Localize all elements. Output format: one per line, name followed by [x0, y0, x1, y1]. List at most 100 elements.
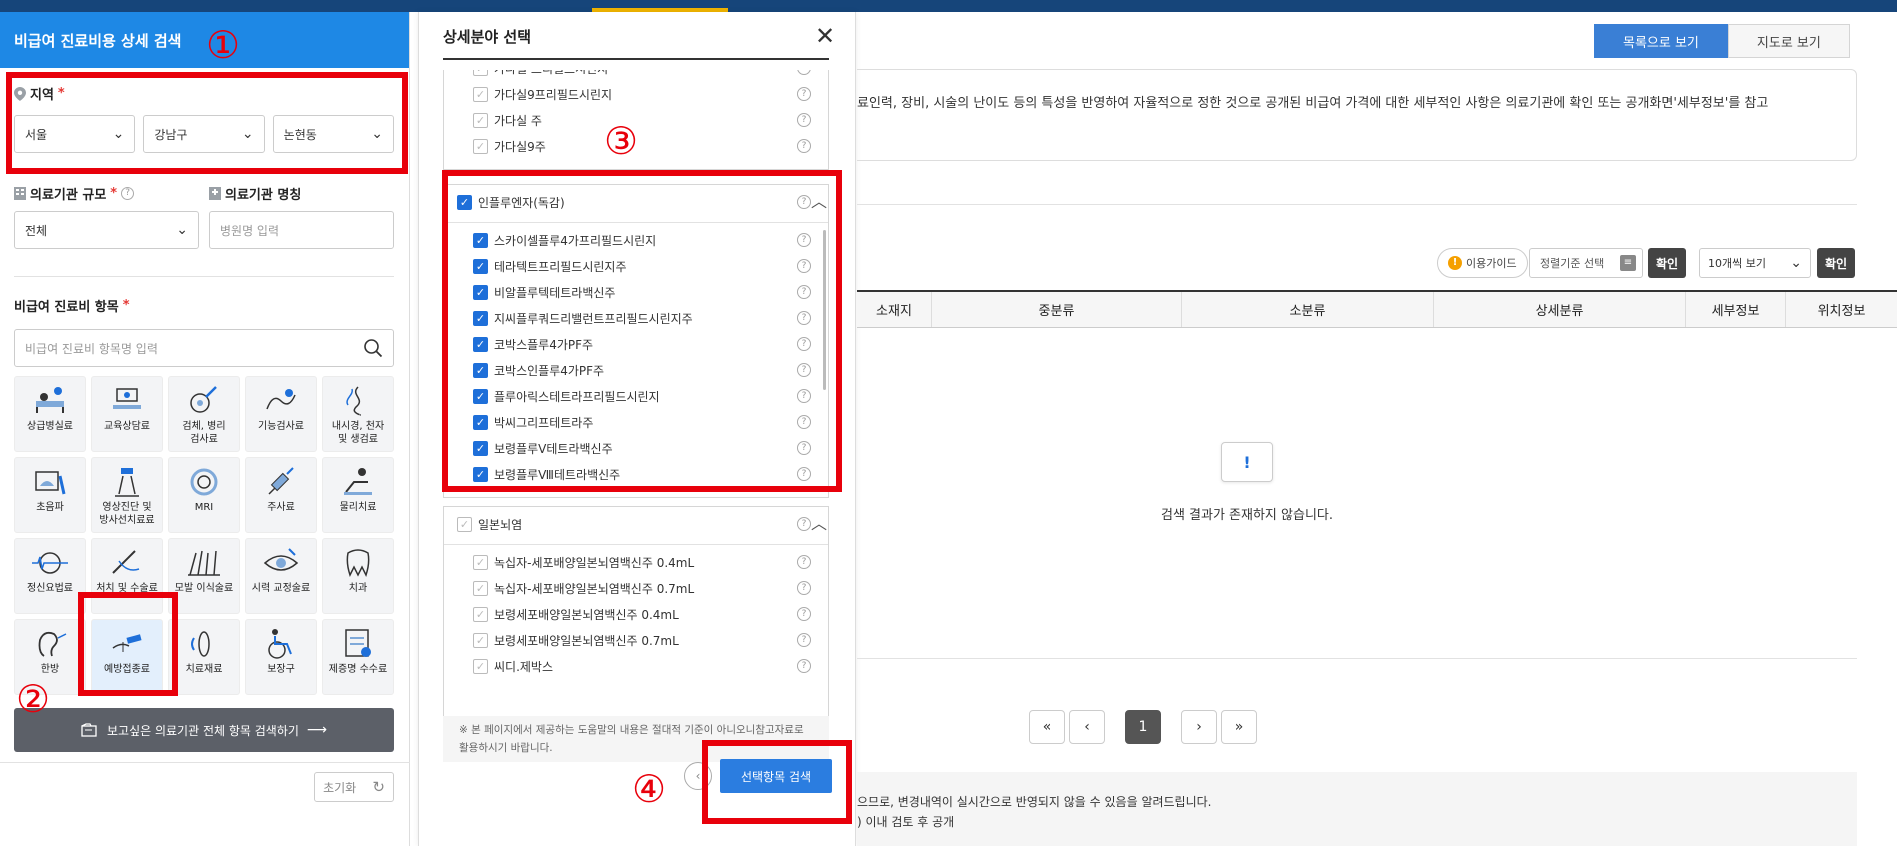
checkbox-checked[interactable]: ✓	[473, 363, 488, 378]
checkbox-checked[interactable]: ✓	[473, 311, 488, 326]
help-icon[interactable]: ?	[797, 441, 811, 455]
help-icon[interactable]: ?	[797, 285, 811, 299]
dong-select[interactable]: 논현동 ⌄	[272, 115, 394, 153]
subcategory-item[interactable]: ✓ 보령플루Ⅷ테트라백신주	[473, 466, 620, 483]
category-tile[interactable]: 초음파	[14, 457, 86, 533]
subcategory-item[interactable]: ✓ 지씨플루쿼드리밸런트프리필드시린지주	[473, 310, 693, 327]
list-scrollbar[interactable]	[823, 230, 826, 390]
category-tile[interactable]: 처치 및 수술료	[91, 538, 163, 614]
checkbox-checked[interactable]: ✓	[473, 233, 488, 248]
checkbox-checked[interactable]: ✓	[473, 415, 488, 430]
checkbox-checked[interactable]: ✓	[473, 285, 488, 300]
checkbox-unchecked[interactable]: ✓	[473, 607, 488, 622]
subcategory-item[interactable]: ✓ 코박스인플루4가PF주	[473, 362, 604, 379]
checkbox-checked[interactable]: ✓	[473, 259, 488, 274]
category-tile[interactable]: 정신요법료	[14, 538, 86, 614]
checkbox-unchecked[interactable]: ✓	[473, 87, 488, 102]
checkbox-unchecked[interactable]: ✓	[473, 113, 488, 128]
category-tile[interactable]: 치과	[322, 538, 394, 614]
help-icon[interactable]: ?	[797, 389, 811, 403]
category-tile[interactable]: 모발 이식술료	[168, 538, 240, 614]
checkbox-unchecked[interactable]: ✓	[473, 633, 488, 648]
list-view-button[interactable]: 목록으로 보기	[1594, 24, 1728, 58]
help-icon[interactable]: ?	[797, 555, 811, 569]
subcategory-item[interactable]: ✓ 보령세포배양일본뇌염백신주 0.4mL	[473, 606, 679, 623]
close-icon[interactable]: ✕	[815, 22, 835, 50]
sort-select[interactable]: 정렬기준 선택 ≡	[1529, 248, 1643, 278]
help-icon[interactable]: ?	[797, 659, 811, 673]
checkbox-checked[interactable]: ✓	[473, 441, 488, 456]
chevron-up-icon[interactable]: ︿	[811, 188, 827, 212]
category-tile[interactable]: 보장구	[245, 619, 317, 695]
last-page-icon[interactable]: »	[1221, 710, 1257, 744]
checkbox-unchecked[interactable]: ✓	[473, 139, 488, 154]
category-tile[interactable]: 예방접종료	[91, 619, 163, 695]
category-tile[interactable]: 검체, 병리 검사료	[168, 376, 240, 452]
hospital-name-input[interactable]: 병원명 입력	[209, 211, 394, 249]
help-icon[interactable]: ?	[797, 633, 811, 647]
subcategory-item[interactable]: ✓ 스카이셀플루4가프리필드시린지	[473, 232, 656, 249]
help-icon[interactable]: ?	[797, 139, 811, 153]
search-all-items-button[interactable]: 보고싶은 의료기관 전체 항목 검색하기 ⟶	[14, 708, 394, 752]
subcategory-item[interactable]: ✓ 박씨그리프테트라주	[473, 414, 593, 431]
checkbox-checked[interactable]: ✓	[473, 389, 488, 404]
page-size-select[interactable]: 10개씩 보기 ⌄	[1699, 248, 1811, 278]
search-icon[interactable]	[363, 338, 383, 358]
sort-confirm-button[interactable]: 확인	[1648, 248, 1687, 278]
subcategory-item[interactable]: ✓ 플루아릭스테트라프리필드시린지	[473, 388, 660, 405]
size-select[interactable]: 전체 ⌄	[14, 211, 199, 249]
checkbox-checked[interactable]: ✓	[473, 337, 488, 352]
subcategory-item[interactable]: ✓ 가다실9주	[473, 138, 546, 155]
checkbox-unchecked[interactable]: ✓	[457, 517, 472, 532]
help-icon[interactable]: ?	[797, 467, 811, 481]
help-icon[interactable]: ?	[797, 517, 811, 531]
subcategory-item[interactable]: ✓ 비알플루텍테트라백신주	[473, 284, 615, 301]
city-select[interactable]: 서울 ⌄	[14, 115, 136, 153]
user-guide-button[interactable]: ! 이용가이드	[1437, 248, 1528, 278]
subcategory-item[interactable]: ✓ 가다실9프리필드시린지	[473, 86, 612, 103]
chevron-up-icon[interactable]: ︿	[811, 510, 827, 534]
subcategory-item[interactable]: ✓가다실 프리필드시린지	[473, 70, 608, 77]
help-icon[interactable]: ?	[797, 87, 811, 101]
category-tile[interactable]: 주사료	[245, 457, 317, 533]
category-tile[interactable]: MRI	[168, 457, 240, 533]
subcategory-item[interactable]: ✓ 보령세포배양일본뇌염백신주 0.7mL	[473, 632, 679, 649]
category-tile[interactable]: 교육상담료	[91, 376, 163, 452]
search-selected-button[interactable]: 선택항목 검색	[720, 759, 832, 793]
category-tile[interactable]: 시력 교정술료	[245, 538, 317, 614]
prev-page-icon[interactable]: ‹	[1069, 710, 1105, 744]
help-icon[interactable]: ?	[797, 233, 811, 247]
category-tile[interactable]: 영상진단 및 방사선치료료	[91, 457, 163, 533]
checkbox-unchecked[interactable]: ✓	[473, 581, 488, 596]
checkbox-checked[interactable]: ✓	[473, 467, 488, 482]
help-icon[interactable]: ?	[797, 581, 811, 595]
first-page-icon[interactable]: «	[1029, 710, 1065, 744]
subcategory-item[interactable]: ✓ 보령플루Ⅴ테트라백신주	[473, 440, 613, 457]
category-tile[interactable]: 제증명 수수료	[322, 619, 394, 695]
checkbox-checked[interactable]: ✓	[457, 195, 472, 210]
subcategory-item[interactable]: ✓ 테라텍트프리필드시린지주	[473, 258, 626, 275]
subcategory-item[interactable]: ✓ 녹십자-세포배양일본뇌염백신주 0.7mL	[473, 580, 694, 597]
map-view-button[interactable]: 지도로 보기	[1727, 24, 1850, 58]
group-checkbox-jap-encephalitis[interactable]: ✓ 일본뇌염	[457, 516, 522, 533]
checkbox-unchecked[interactable]: ✓	[473, 70, 488, 76]
reset-button[interactable]: 초기화 ↻	[314, 772, 394, 802]
collapse-icon[interactable]: ‹	[684, 762, 712, 790]
page-size-confirm-button[interactable]: 확인	[1817, 248, 1856, 278]
category-tile[interactable]: 내시경, 천자 및 생검료	[322, 376, 394, 452]
category-tile[interactable]: 기능검사료	[245, 376, 317, 452]
subcategory-item[interactable]: ✓ 씨디.제박스	[473, 658, 553, 675]
help-icon[interactable]: ?	[797, 113, 811, 127]
page-number[interactable]: 1	[1125, 710, 1161, 744]
help-icon[interactable]: ?	[797, 607, 811, 621]
subcategory-item[interactable]: ✓ 코박스플루4가PF주	[473, 336, 593, 353]
category-tile[interactable]: 치료재료	[168, 619, 240, 695]
help-icon[interactable]: ?	[797, 311, 811, 325]
help-icon[interactable]: ?	[797, 415, 811, 429]
next-page-icon[interactable]: ›	[1181, 710, 1217, 744]
help-icon[interactable]: ?	[797, 337, 811, 351]
category-tile[interactable]: 물리치료	[322, 457, 394, 533]
group-checkbox-influenza[interactable]: ✓ 인플루엔자(독감)	[457, 194, 565, 211]
help-icon[interactable]: ?	[797, 195, 811, 209]
subcategory-item[interactable]: ✓ 녹십자-세포배양일본뇌염백신주 0.4mL	[473, 554, 694, 571]
